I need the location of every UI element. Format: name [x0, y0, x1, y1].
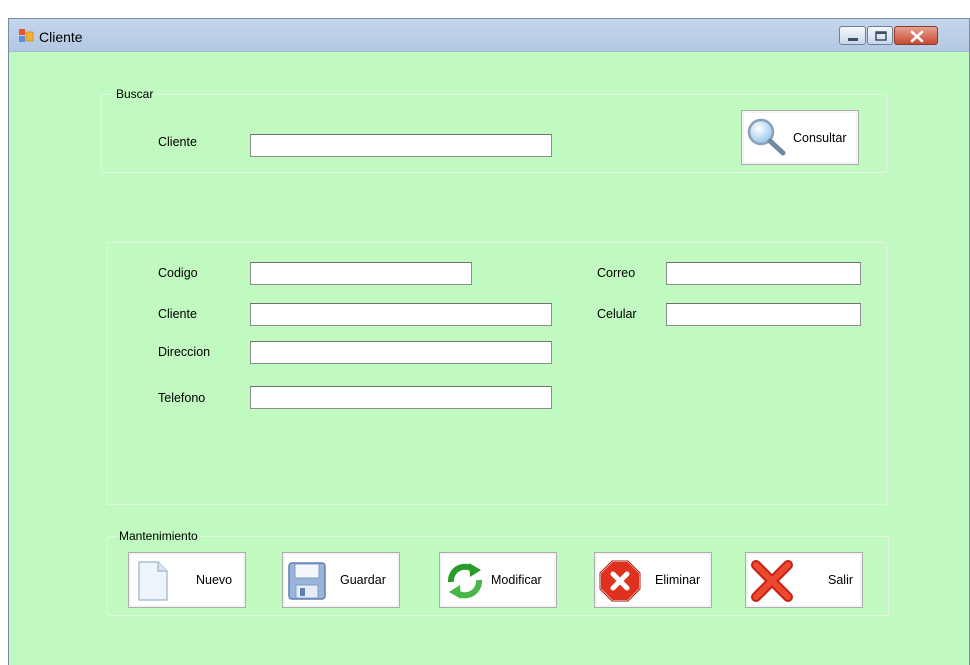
- celular-input[interactable]: [666, 303, 861, 326]
- telefono-label: Telefono: [158, 391, 206, 405]
- cliente-label: Cliente: [158, 307, 197, 321]
- guardar-label: Guardar: [340, 573, 386, 587]
- consultar-button[interactable]: Consultar: [741, 110, 859, 165]
- consultar-label: Consultar: [793, 131, 847, 145]
- close-icon: [910, 30, 924, 43]
- maximize-icon: [875, 31, 887, 41]
- cliente-input[interactable]: [250, 303, 552, 326]
- codigo-label: Codigo: [158, 266, 198, 280]
- nuevo-label: Nuevo: [196, 573, 233, 587]
- magnifier-icon: [747, 118, 786, 156]
- close-x-icon: [751, 560, 793, 602]
- title-bar[interactable]: Cliente: [9, 19, 969, 52]
- eliminar-label: Eliminar: [655, 573, 701, 587]
- codigo-input[interactable]: [250, 262, 472, 285]
- correo-input[interactable]: [666, 262, 861, 285]
- close-button[interactable]: [894, 26, 938, 45]
- window-title: Cliente: [39, 29, 83, 45]
- direccion-label: Direccion: [158, 345, 211, 359]
- salir-label: Salir: [828, 573, 854, 587]
- cliente-window: Cliente Buscar Cliente Consultar Codigo …: [8, 18, 970, 665]
- eliminar-button[interactable]: Eliminar: [594, 552, 712, 608]
- correo-label: Correo: [597, 266, 636, 280]
- floppy-disk-icon: [288, 562, 326, 600]
- buscar-cliente-input[interactable]: [250, 134, 552, 157]
- celular-label: Celular: [597, 307, 637, 321]
- refresh-arrows-icon: [447, 563, 483, 599]
- nuevo-button[interactable]: Nuevo: [128, 552, 246, 608]
- modificar-button[interactable]: Modificar: [439, 552, 557, 608]
- modificar-label: Modificar: [491, 573, 542, 587]
- mantenimiento-group-title: Mantenimiento: [117, 529, 200, 543]
- form-app-icon: [19, 29, 34, 42]
- minimize-button[interactable]: [839, 26, 866, 45]
- telefono-input[interactable]: [250, 386, 552, 409]
- buscar-group-title: Buscar: [114, 87, 156, 101]
- salir-button[interactable]: Salir: [745, 552, 863, 608]
- direccion-input[interactable]: [250, 341, 552, 364]
- guardar-button[interactable]: Guardar: [282, 552, 400, 608]
- buscar-cliente-label: Cliente: [158, 135, 197, 149]
- maximize-button[interactable]: [867, 26, 893, 45]
- minimize-icon: [848, 38, 858, 41]
- delete-octagon-icon: [599, 560, 641, 602]
- new-document-icon: [138, 561, 168, 601]
